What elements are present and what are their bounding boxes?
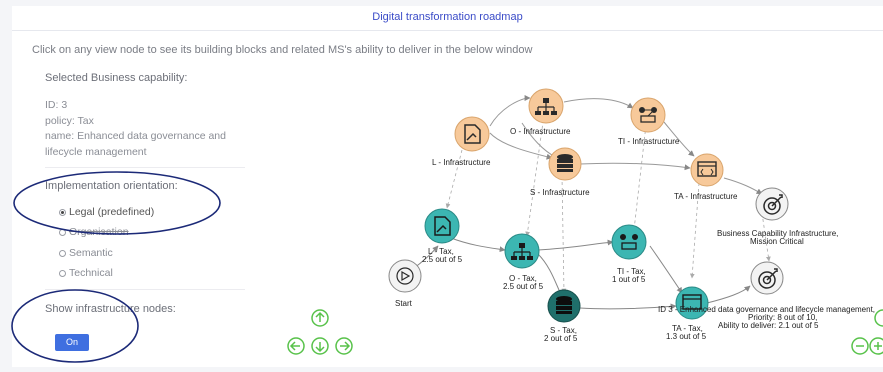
label-l-infrastructure: L - Infrastructure	[432, 158, 491, 167]
label-ti-tax-line2: 1 out of 5	[612, 275, 646, 284]
label-l-tax-line2: 2.5 out of 5	[422, 255, 463, 264]
radio-semantic[interactable]: Semantic	[59, 247, 113, 259]
radio-label-organisation: Organisation	[69, 226, 129, 238]
radio-dot[interactable]	[59, 228, 66, 236]
arrow-up-icon[interactable]	[311, 309, 329, 327]
network-graph[interactable]: L - Infrastructure O - Infrastructure TI…	[262, 68, 883, 367]
arrow-right-icon[interactable]	[335, 337, 353, 355]
label-s-infrastructure: S - Infrastructure	[530, 188, 590, 197]
label-s-tax-line2: 2 out of 5	[544, 334, 578, 343]
radio-label-technical: Technical	[69, 267, 113, 279]
node-ti-tax[interactable]: TI - Tax, 1 out of 5	[611, 224, 647, 284]
infra-toggle-title: Show infrastructure nodes:	[45, 303, 176, 315]
radio-dot[interactable]	[59, 249, 66, 257]
node-l-tax[interactable]: L - Tax, 2.5 out of 5	[422, 208, 463, 264]
radio-dot[interactable]	[59, 208, 66, 216]
radio-dot[interactable]	[59, 269, 66, 277]
instruction-text: Click on any view node to see its buildi…	[32, 44, 533, 56]
label-ti-infrastructure: TI - Infrastructure	[618, 137, 680, 146]
arrow-left-icon[interactable]	[287, 337, 305, 355]
label-ta-infrastructure: TA - Infrastructure	[674, 192, 738, 201]
capability-name-line2: lifecycle management	[45, 145, 147, 158]
node-s-tax[interactable]: S - Tax, 2 out of 5	[544, 289, 581, 343]
label-ta-tax-line2: 1.3 out of 5	[666, 332, 707, 341]
node-start[interactable]: Start	[388, 259, 422, 308]
capability-name-line1: name: Enhanced data governance and	[45, 130, 226, 142]
orientation-title: Implementation orientation:	[45, 180, 178, 192]
node-s-infrastructure[interactable]: S - Infrastructure	[530, 147, 590, 197]
selected-capability-title: Selected Business capability:	[45, 72, 188, 84]
label-o-tax-line2: 2.5 out of 5	[503, 282, 544, 291]
capability-id: ID: 3	[45, 99, 68, 111]
node-ta-infrastructure[interactable]: TA - Infrastructure	[674, 153, 738, 201]
node-l-infrastructure[interactable]: L - Infrastructure	[432, 116, 491, 167]
fit-icon[interactable]	[874, 309, 883, 327]
node-o-tax[interactable]: O - Tax, 2.5 out of 5	[503, 233, 544, 291]
label-id3-line3: Ability to deliver: 2.1 out of 5	[718, 321, 819, 330]
zoom-out-icon[interactable]	[851, 337, 869, 355]
radio-organisation[interactable]: Organisation	[59, 226, 129, 238]
label-bci-line2: Mission Critical	[750, 237, 804, 246]
capability-info: ID: 3 policy: Tax name: Enhanced data go…	[45, 98, 226, 160]
capability-policy: policy: Tax	[45, 114, 94, 127]
radio-label-semantic: Semantic	[69, 247, 113, 259]
graph-canvas[interactable]: L - Infrastructure O - Infrastructure TI…	[262, 68, 883, 367]
page-title: Digital transformation roadmap	[12, 6, 883, 31]
label-start: Start	[395, 299, 413, 308]
infra-toggle-button[interactable]: On	[55, 334, 89, 351]
node-ta-tax[interactable]: TA - Tax, 1.3 out of 5	[666, 286, 709, 341]
divider	[45, 167, 245, 168]
node-o-infrastructure[interactable]: O - Infrastructure	[510, 88, 571, 136]
radio-label-legal: Legal (predefined)	[69, 206, 155, 218]
label-o-infrastructure: O - Infrastructure	[510, 127, 571, 136]
zoom-in-icon[interactable]	[869, 337, 883, 355]
roadmap-panel: Digital transformation roadmap Click on …	[12, 6, 883, 367]
radio-legal[interactable]: Legal (predefined)	[59, 206, 154, 218]
arrow-down-icon[interactable]	[311, 337, 329, 355]
radio-technical[interactable]: Technical	[59, 267, 113, 279]
divider	[45, 289, 245, 290]
